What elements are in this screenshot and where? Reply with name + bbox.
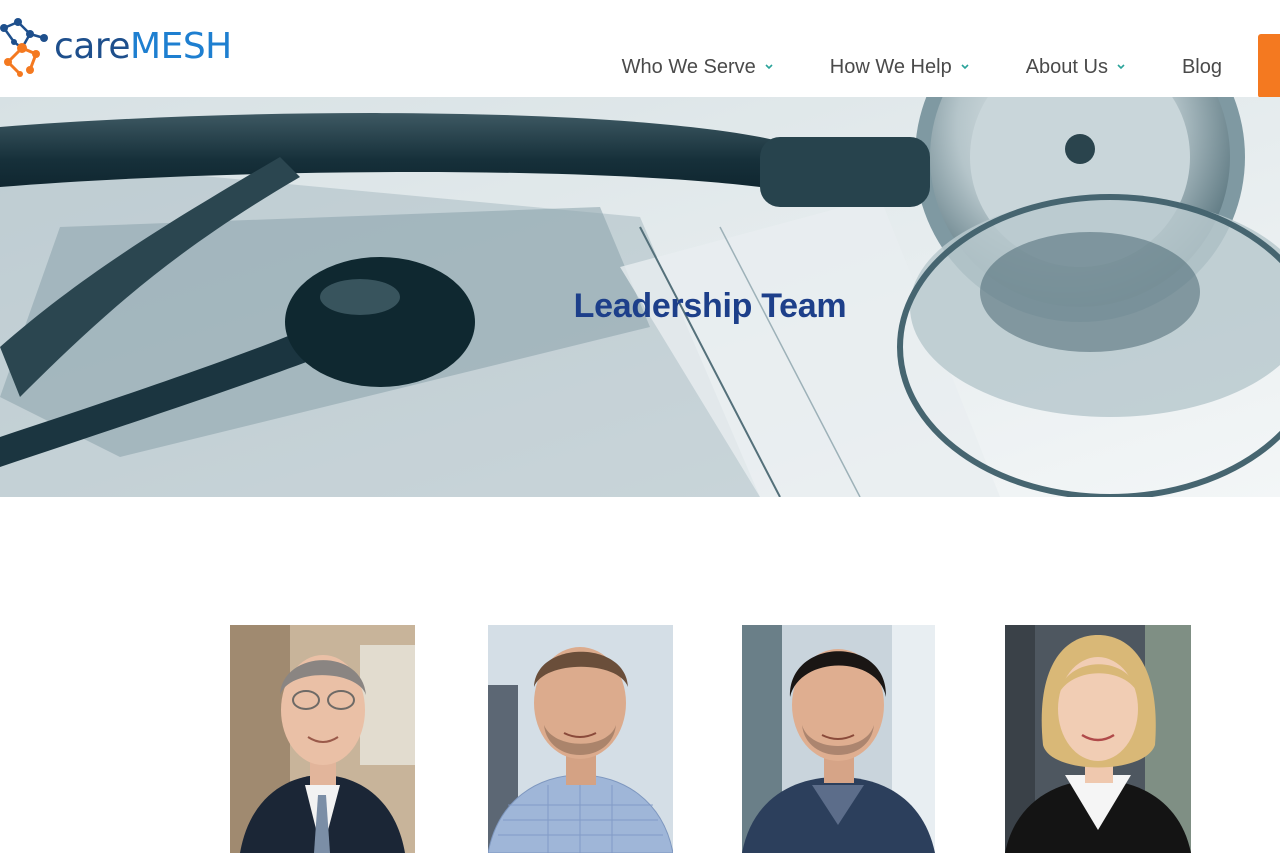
nav-blog[interactable]: Blog: [1182, 56, 1222, 79]
nav-who-we-serve[interactable]: Who We Serve: [622, 56, 774, 79]
caremesh-logo[interactable]: careMESH: [0, 12, 232, 82]
nav-about-us-label: About Us: [1025, 55, 1108, 78]
leader-photo-1: [230, 625, 415, 853]
nav-about-us[interactable]: About Us: [1026, 56, 1126, 79]
team-member-card[interactable]: [488, 625, 673, 853]
page-title: Leadership Team: [573, 287, 847, 325]
mesh-network-icon: [0, 18, 48, 77]
nav-how-we-help[interactable]: How We Help: [830, 56, 970, 79]
logo-text-care: care: [54, 26, 131, 67]
nav-blog-label: Blog: [1181, 55, 1222, 78]
chevron-down-icon: [764, 62, 774, 72]
chevron-down-icon: [1116, 62, 1126, 72]
team-member-card[interactable]: [742, 625, 935, 853]
cta-button[interactable]: [1258, 34, 1280, 98]
main-nav: Who We Serve How We Help About Us Blog: [622, 52, 1258, 82]
leader-photo-3: [742, 625, 935, 853]
leader-photo-2: [488, 625, 673, 853]
chevron-down-icon: [960, 62, 970, 72]
leadership-team-grid: [0, 625, 1280, 853]
team-member-card[interactable]: [230, 625, 415, 853]
team-member-card[interactable]: [1005, 625, 1191, 853]
nav-how-we-help-label: How We Help: [829, 55, 952, 78]
site-header: careMESH Who We Serve How We Help About …: [0, 0, 1280, 98]
leader-photo-4: [1005, 625, 1191, 853]
logo-text-mesh: MESH: [130, 26, 232, 67]
hero-banner: Leadership Team: [0, 97, 1280, 497]
nav-who-we-serve-label: Who We Serve: [621, 55, 756, 78]
logo-wordmark: careMESH: [54, 29, 232, 65]
